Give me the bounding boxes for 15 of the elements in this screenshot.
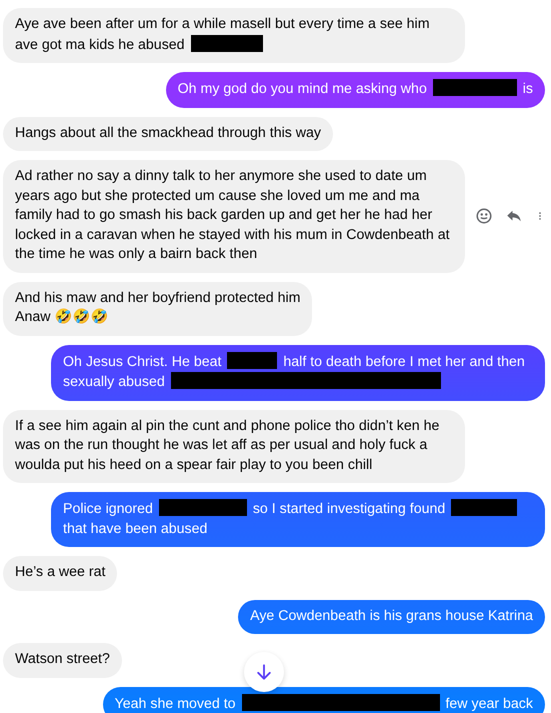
- message-text: Police ignored so I started investigating found that have been abused: [63, 499, 533, 539]
- message-text: Hangs about all the smackhead through this way: [15, 124, 322, 142]
- emoji-icon[interactable]: [475, 207, 493, 226]
- message-text: Aye Cowdenbeath is his grans house Katrina: [250, 606, 533, 626]
- message-text: Aye ave been after um for a while masell but every time a see him ave got ma kids he abused: [15, 15, 431, 54]
- message-text: And his maw and her boyfriend protected him Anaw 🤣🤣🤣: [15, 288, 300, 327]
- message-text: If a see him again al pin the cunt and phone police tho didn’t ken he was on the run thought he was let aff as per usual and holy fuck a woulda put his heed on a spear fair play to you been chill: [15, 416, 440, 474]
- scroll-down-button[interactable]: [244, 652, 284, 692]
- message-text: Watson street?: [15, 650, 110, 669]
- message-text: Yeah she moved to few year back: [114, 694, 533, 713]
- message-text: Oh my god do you mind me asking who is: [178, 79, 533, 99]
- message-text: Ad rather no say a dinny talk to her anymore she used to date um years ago but she protected um cause she loved um me and ma family had to go smash his back garden up and get her he had her locked in a caravan when he stayed with his mum in Cowdenbeath at the time he was only a bairn back then: [15, 167, 451, 264]
- arrow-down-icon: [254, 662, 274, 682]
- message-text: Oh Jesus Christ. He beat half to death before I met her and then sexually abused: [63, 352, 526, 392]
- message-text: He’s a wee rat: [15, 563, 106, 582]
